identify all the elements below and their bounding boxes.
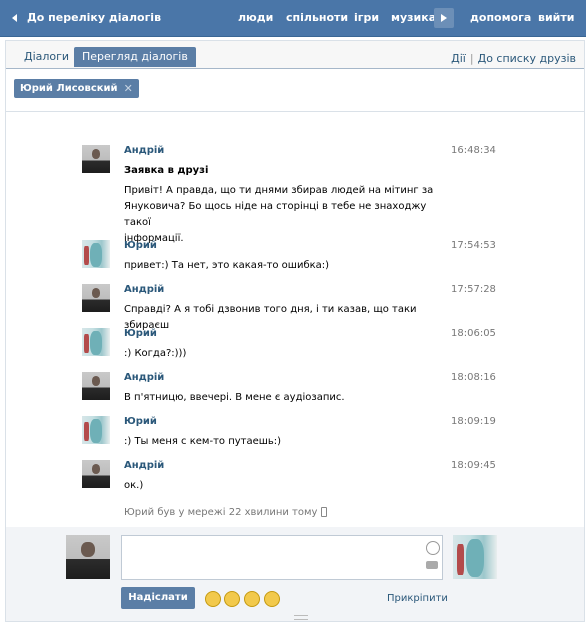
message-history: Андрій 16:48:34 Заявка в друзі Привіт! А… <box>6 111 584 528</box>
message-time: 18:08:16 <box>451 372 496 383</box>
avatar[interactable] <box>82 240 110 268</box>
message-author[interactable]: Андрій <box>124 372 164 383</box>
smile-face-icon[interactable] <box>264 591 280 607</box>
nav-music[interactable]: музика <box>391 11 436 24</box>
online-status-text: Юрий був у мережі 22 хвилини тому <box>124 507 318 518</box>
smiley-picker-icon[interactable] <box>426 541 440 555</box>
message-title: Заявка в друзі <box>124 165 209 176</box>
avatar[interactable] <box>82 416 110 444</box>
back-to-dialogs-link[interactable]: До переліку діалогів <box>12 11 161 24</box>
tab-dialogs[interactable]: Діалоги <box>18 47 75 67</box>
message-author[interactable]: Андрій <box>124 460 164 471</box>
message-line: ок.) <box>124 480 144 491</box>
message-time: 18:06:05 <box>451 328 496 339</box>
right-links: Дії | До списку друзів <box>451 52 576 65</box>
avatar[interactable] <box>82 284 110 312</box>
music-play-button[interactable] <box>434 8 454 28</box>
relieved-face-icon[interactable] <box>244 591 260 607</box>
back-arrow-icon <box>12 13 17 22</box>
message-line: інформації. <box>124 233 184 244</box>
recipient-avatar[interactable] <box>453 535 497 579</box>
avatar[interactable] <box>82 372 110 400</box>
my-avatar[interactable] <box>66 535 110 579</box>
message-author[interactable]: Андрій <box>124 284 164 295</box>
message-line: В п'ятницю, ввечері. В мене є аудіозапис… <box>124 392 345 403</box>
message-author[interactable]: Андрій <box>124 145 164 156</box>
message-composer: Надіслати Прикріпити <box>6 527 584 621</box>
mobile-phone-icon <box>321 507 328 517</box>
link-separator: | <box>469 52 474 65</box>
remove-recipient-icon[interactable]: ✕ <box>124 79 133 98</box>
actions-link[interactable]: Дії <box>451 52 466 65</box>
avatar[interactable] <box>82 328 110 356</box>
message-line: Справді? А я тобі дзвонив того дня, і ти… <box>124 304 417 331</box>
nav-logout[interactable]: вийти <box>538 11 574 24</box>
message-body: Заявка в друзі Привіт! А правда, що ти д… <box>124 163 454 247</box>
wink-face-icon[interactable] <box>224 591 240 607</box>
top-navigation-bar: До переліку діалогів люди спільноти ігри… <box>0 0 586 37</box>
message-time: 16:48:34 <box>451 145 496 156</box>
message-line: привет:) Та нет, это какая-то ошибка:) <box>124 260 330 271</box>
send-button[interactable]: Надіслати <box>121 587 195 609</box>
message-line: :) Ты меня с кем-то путаешь:) <box>124 436 282 447</box>
avatar[interactable] <box>82 145 110 173</box>
resize-handle[interactable] <box>294 615 308 620</box>
message-line: :) Когда?:))) <box>124 348 187 359</box>
attach-link[interactable]: Прикріпити <box>387 593 448 604</box>
friends-list-link[interactable]: До списку друзів <box>478 52 576 65</box>
message-author[interactable]: Юрий <box>124 240 157 251</box>
tab-bar: Діалоги Перегляд діалогів Дії | До списку … <box>6 41 584 69</box>
message-time: 18:09:45 <box>451 460 496 471</box>
tab-dialog-view[interactable]: Перегляд діалогів <box>74 47 196 67</box>
message-time: 18:09:19 <box>451 416 496 427</box>
camera-icon[interactable] <box>426 561 438 569</box>
back-to-dialogs-label: До переліку діалогів <box>27 11 162 24</box>
message-time: 17:54:53 <box>451 240 496 251</box>
dialog-panel: Діалоги Перегляд діалогів Дії | До списку … <box>5 40 585 622</box>
message-input[interactable] <box>121 535 443 580</box>
nav-people[interactable]: люди <box>238 11 273 24</box>
message-line: Привіт! А правда, що ти днями збирав люд… <box>124 185 434 196</box>
recipient-chip[interactable]: Юрий Лисовский ✕ <box>14 79 139 98</box>
online-status: Юрий був у мережі 22 хвилини тому <box>124 507 328 518</box>
message-author[interactable]: Юрий <box>124 328 157 339</box>
play-icon <box>441 14 447 22</box>
tongue-face-icon[interactable] <box>205 591 221 607</box>
nav-communities[interactable]: спільноти <box>286 11 348 24</box>
avatar[interactable] <box>82 460 110 488</box>
nav-games[interactable]: ігри <box>354 11 379 24</box>
nav-help[interactable]: допомога <box>470 11 531 24</box>
recipient-name: Юрий Лисовский <box>20 83 118 94</box>
message-line: Януковича? Бо щось ніде на сторінці в те… <box>124 201 427 228</box>
message-author[interactable]: Юрий <box>124 416 157 427</box>
message-time: 17:57:28 <box>451 284 496 295</box>
